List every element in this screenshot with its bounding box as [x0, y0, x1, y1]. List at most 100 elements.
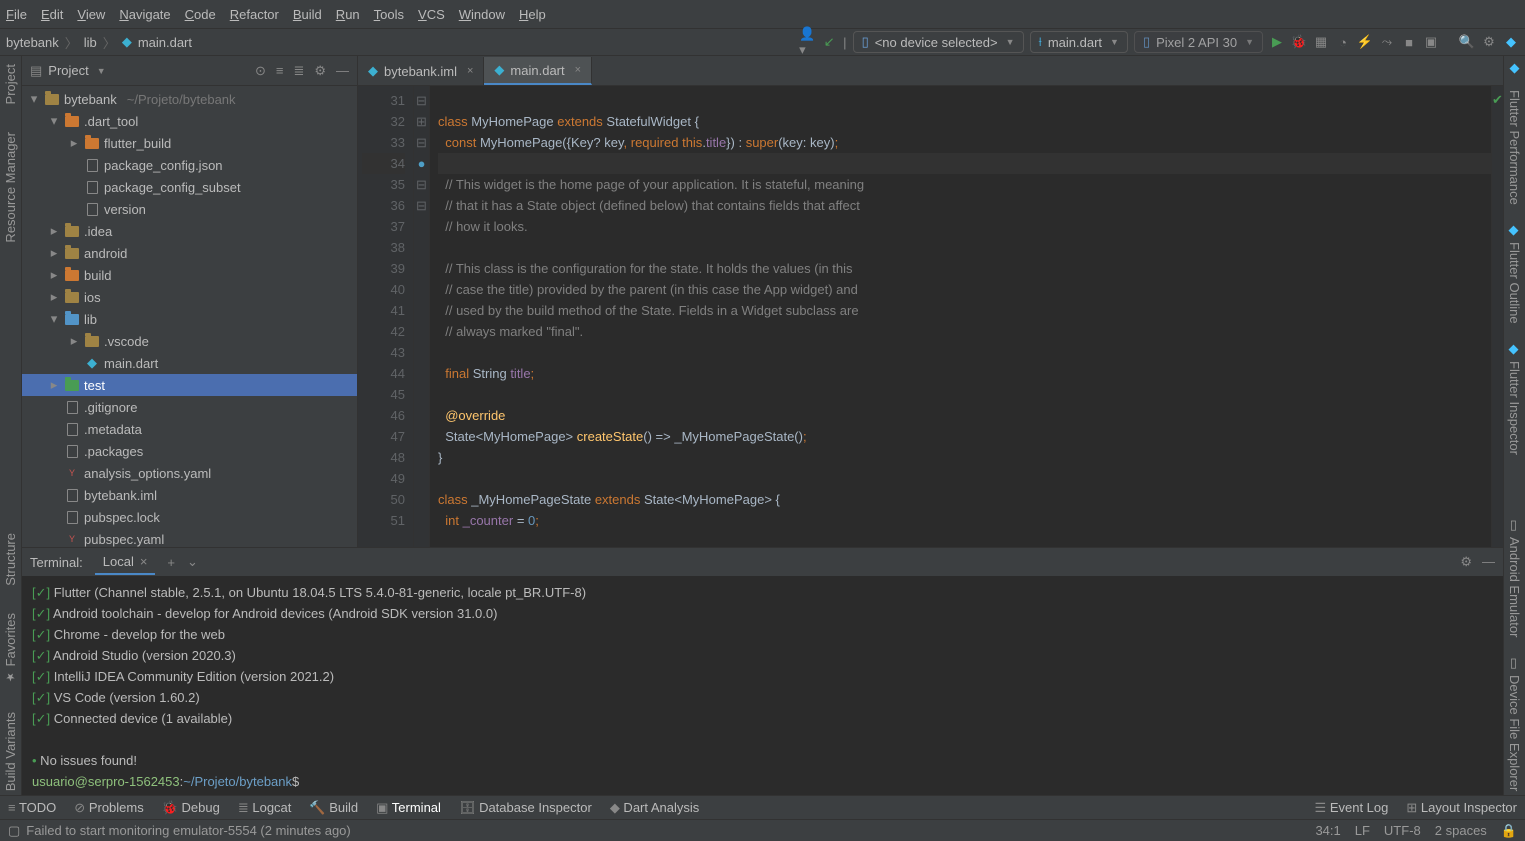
tool-structure[interactable]: Structure: [3, 529, 18, 590]
hide-icon[interactable]: —: [1482, 554, 1495, 570]
emulator-selector[interactable]: ▯ Pixel 2 API 30 ▼: [1134, 31, 1263, 53]
tool-flutter-inspector[interactable]: ◆ Flutter Inspector: [1507, 338, 1522, 459]
menu-run[interactable]: Run: [336, 7, 360, 22]
tree-row[interactable]: version: [22, 198, 357, 220]
close-icon[interactable]: ×: [140, 554, 148, 569]
tool-android-emulator[interactable]: ▯ Android Emulator: [1507, 514, 1522, 641]
hot-reload-icon[interactable]: ⚡: [1357, 34, 1373, 50]
collapse-all-icon[interactable]: ≣: [293, 63, 304, 79]
lock-icon[interactable]: 🔒: [1501, 823, 1517, 839]
project-tree[interactable]: ▾bytebank~/Projeto/bytebank▾.dart_tool▸f…: [22, 86, 357, 547]
tool-flutter-performance[interactable]: Flutter Performance: [1507, 86, 1522, 209]
tree-row[interactable]: ▸.vscode: [22, 330, 357, 352]
chevron-down-icon[interactable]: ⌄: [187, 554, 198, 570]
bottom-tool-terminal[interactable]: ▣ Terminal: [376, 800, 441, 816]
select-opened-icon[interactable]: ⊙: [255, 63, 266, 79]
gear-icon[interactable]: ⚙: [1460, 554, 1472, 570]
run-config-selector[interactable]: ⟊ main.dart ▼: [1030, 31, 1128, 53]
tool-build-variants[interactable]: Build Variants: [3, 708, 18, 795]
menu-code[interactable]: Code: [185, 7, 216, 22]
bottom-tool-problems[interactable]: ⊘ Problems: [74, 800, 143, 816]
tree-row[interactable]: package_config_subset: [22, 176, 357, 198]
code-area[interactable]: class MyHomePage extends StatefulWidget …: [430, 86, 1491, 547]
tree-arrow[interactable]: ▸: [68, 333, 80, 349]
tree-row[interactable]: package_config.json: [22, 154, 357, 176]
tree-row[interactable]: .packages: [22, 440, 357, 462]
tree-arrow[interactable]: ▸: [48, 223, 60, 239]
status-icon[interactable]: ▢: [8, 823, 20, 839]
tree-row[interactable]: ▾bytebank~/Projeto/bytebank: [22, 88, 357, 110]
tool-favorites[interactable]: ★ Favorites: [3, 609, 18, 687]
tree-row[interactable]: ▸flutter_build: [22, 132, 357, 154]
tree-row[interactable]: ▸.idea: [22, 220, 357, 242]
status-field[interactable]: UTF-8: [1384, 823, 1421, 839]
tree-row[interactable]: ▸test: [22, 374, 357, 396]
sync-icon[interactable]: ↙: [821, 34, 837, 50]
bottom-tool-database-inspector[interactable]: 🗄 Database Inspector: [459, 800, 592, 816]
tree-arrow[interactable]: ▸: [48, 245, 60, 261]
flutter-corner-icon[interactable]: ◆: [1503, 34, 1519, 50]
menu-refactor[interactable]: Refactor: [230, 7, 279, 22]
hide-icon[interactable]: —: [336, 63, 349, 78]
tree-arrow[interactable]: ▾: [28, 91, 40, 107]
close-icon[interactable]: ×: [575, 64, 581, 76]
tree-row[interactable]: ▸ios: [22, 286, 357, 308]
bottom-tool-debug[interactable]: 🐞 Debug: [162, 800, 220, 816]
breadcrumb-file[interactable]: main.dart: [138, 35, 192, 50]
bottom-tool-logcat[interactable]: ≣ Logcat: [238, 800, 292, 816]
editor-tab[interactable]: ◆bytebank.iml×: [358, 57, 484, 85]
tree-arrow[interactable]: ▸: [48, 377, 60, 393]
breadcrumb-project[interactable]: bytebank: [6, 35, 59, 50]
device-selector[interactable]: ▯ <no device selected> ▼: [853, 31, 1024, 53]
stop-icon[interactable]: ■: [1401, 34, 1417, 50]
tree-arrow[interactable]: ▸: [48, 289, 60, 305]
search-icon[interactable]: 🔍: [1459, 34, 1475, 50]
fold-gutter[interactable]: ⊟⊞⊟●⊟⊟: [414, 86, 430, 547]
profile-icon[interactable]: ◔: [1335, 34, 1351, 50]
gear-icon[interactable]: ⚙: [314, 63, 326, 79]
terminal-body[interactable]: [✓] Flutter (Channel stable, 2.5.1, on U…: [22, 576, 1503, 795]
coverage-icon[interactable]: ▦: [1313, 34, 1329, 50]
tree-arrow[interactable]: ▾: [48, 113, 60, 129]
status-field[interactable]: 34:1: [1315, 823, 1340, 839]
line-gutter[interactable]: 3132333435363738394041424344454647484950…: [358, 86, 414, 547]
error-stripe[interactable]: ✔: [1491, 86, 1503, 547]
tree-row[interactable]: bytebank.iml: [22, 484, 357, 506]
close-icon[interactable]: ×: [467, 65, 473, 77]
tree-row[interactable]: pubspec.lock: [22, 506, 357, 528]
menu-window[interactable]: Window: [459, 7, 505, 22]
bottom-tool-event-log[interactable]: ☰ Event Log: [1315, 800, 1389, 816]
menu-build[interactable]: Build: [293, 7, 322, 22]
project-title[interactable]: Project: [48, 63, 88, 78]
tree-row[interactable]: .gitignore: [22, 396, 357, 418]
tree-arrow[interactable]: ▸: [48, 267, 60, 283]
tree-arrow[interactable]: ▾: [48, 311, 60, 327]
menu-edit[interactable]: Edit: [41, 7, 63, 22]
run-icon[interactable]: ▶: [1269, 34, 1285, 50]
expand-all-icon[interactable]: ≡: [276, 63, 284, 78]
menu-vcs[interactable]: VCS: [418, 7, 445, 22]
bottom-tool-dart-analysis[interactable]: ◆ Dart Analysis: [610, 800, 699, 816]
status-field[interactable]: 2 spaces: [1435, 823, 1487, 839]
tree-row[interactable]: ▾.dart_tool: [22, 110, 357, 132]
gear-icon[interactable]: ⚙: [1481, 34, 1497, 50]
tool-device-file-explorer[interactable]: ▯ Device File Explorer: [1507, 652, 1522, 795]
status-field[interactable]: LF: [1355, 823, 1370, 839]
chevron-down-icon[interactable]: ▼: [97, 66, 106, 76]
tool-flutter-outline[interactable]: ◆ Flutter Outline: [1507, 219, 1522, 328]
tree-row[interactable]: Ypubspec.yaml: [22, 528, 357, 547]
add-configuration-icon[interactable]: 👤▾: [799, 34, 815, 50]
tool-project[interactable]: Project: [3, 60, 18, 108]
editor-tab[interactable]: ◆main.dart×: [484, 57, 592, 85]
tree-row[interactable]: ▸build: [22, 264, 357, 286]
tree-row[interactable]: ◆main.dart: [22, 352, 357, 374]
menu-navigate[interactable]: Navigate: [119, 7, 170, 22]
tree-row[interactable]: .metadata: [22, 418, 357, 440]
add-terminal-icon[interactable]: +: [167, 555, 175, 570]
tree-row[interactable]: Yanalysis_options.yaml: [22, 462, 357, 484]
bottom-tool-todo[interactable]: ≡ TODO: [8, 800, 56, 815]
terminal-tab-local[interactable]: Local ×: [95, 550, 156, 575]
bottom-tool-layout-inspector[interactable]: ⊞ Layout Inspector: [1406, 800, 1517, 816]
bottom-tool-build[interactable]: 🔨 Build: [309, 800, 358, 816]
menu-tools[interactable]: Tools: [374, 7, 404, 22]
